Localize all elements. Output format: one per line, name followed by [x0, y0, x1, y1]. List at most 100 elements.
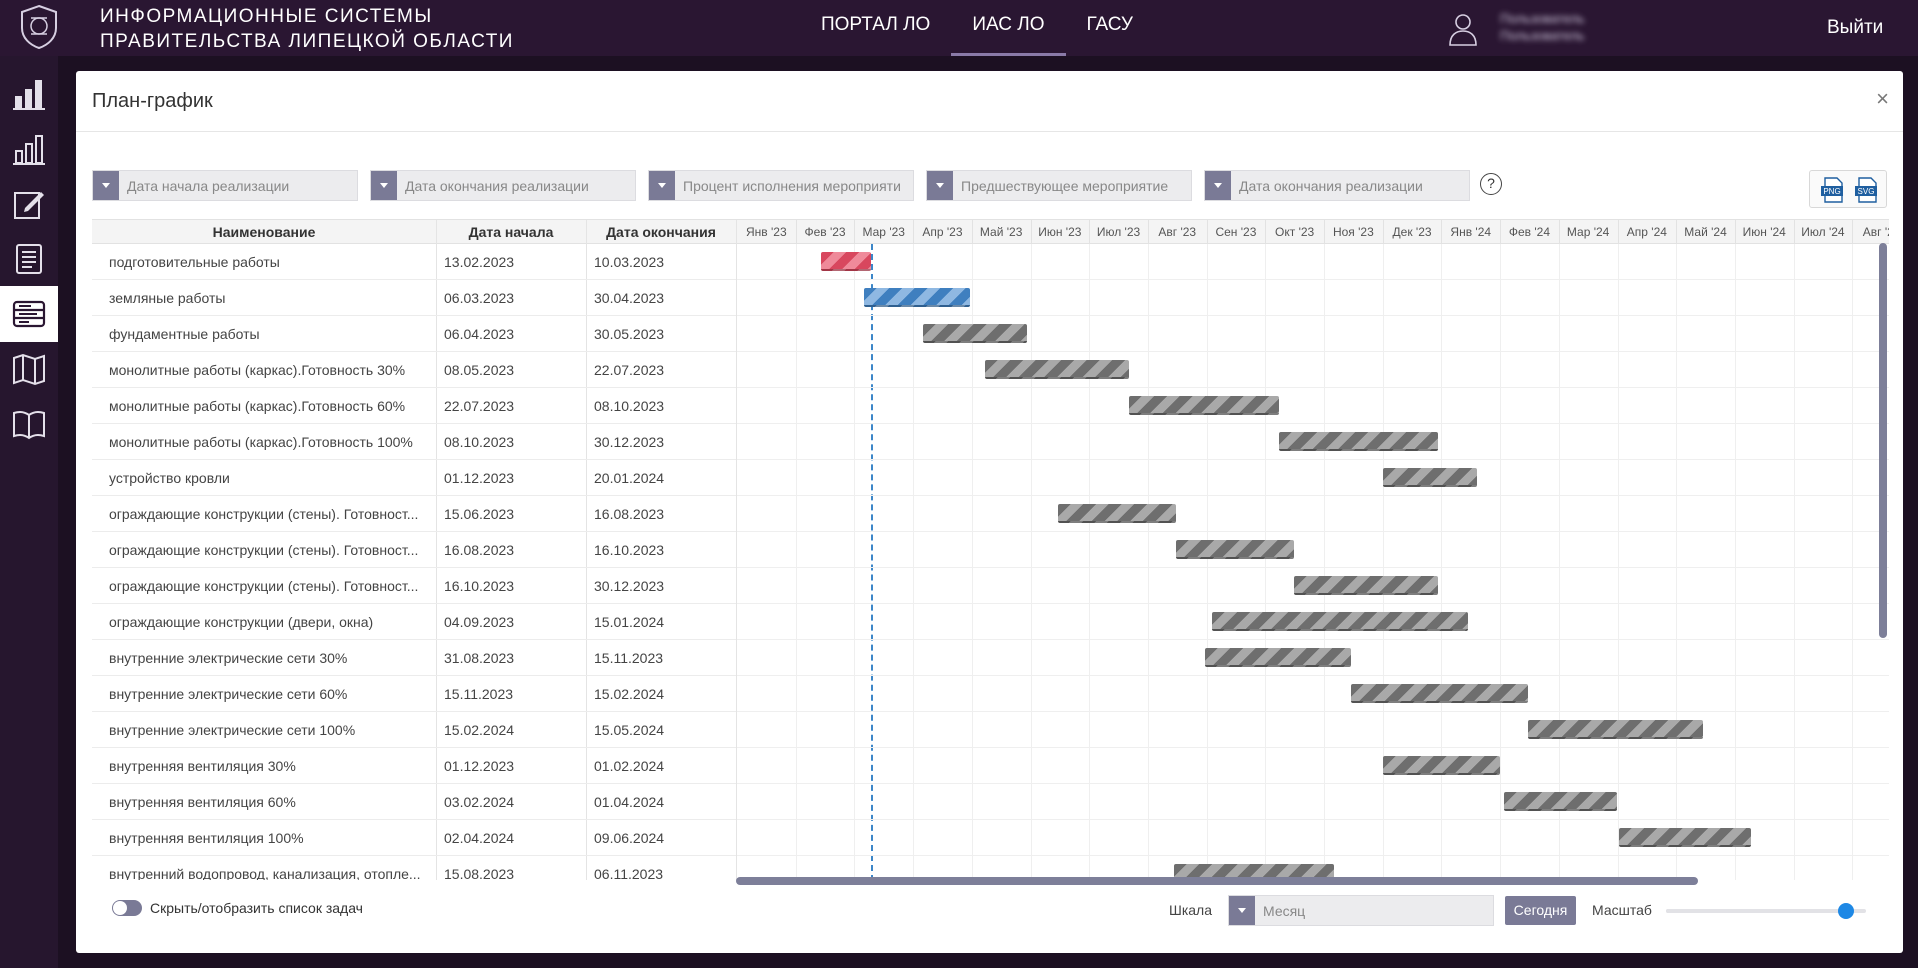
- task-start-date: 02.04.2024: [444, 830, 515, 846]
- scale-select[interactable]: Месяц: [1228, 895, 1494, 926]
- modal-header: План-график ×: [76, 71, 1903, 132]
- row-gridline: [737, 459, 1889, 460]
- header-end[interactable]: Дата окончания: [586, 220, 736, 244]
- table-row[interactable]: внутренняя вентиляция 60% 03.02.2024 01.04…: [92, 784, 736, 820]
- task-end-date: 30.12.2023: [594, 434, 665, 450]
- task-bar[interactable]: [1504, 792, 1618, 811]
- close-icon[interactable]: ×: [1876, 86, 1889, 112]
- chevron-down-icon[interactable]: [93, 171, 119, 200]
- svg-text:SVG: SVG: [1858, 187, 1875, 196]
- modal-title: План-график: [92, 90, 213, 112]
- chevron-down-icon[interactable]: [649, 171, 675, 200]
- chevron-down-icon[interactable]: [371, 171, 397, 200]
- month-gridline: [1441, 244, 1443, 880]
- task-name: устройство кровли: [109, 470, 230, 486]
- task-bar[interactable]: [1212, 612, 1468, 631]
- task-bar[interactable]: [1176, 540, 1294, 559]
- task-bar[interactable]: [1382, 756, 1501, 775]
- sidebar-item-dashboard[interactable]: [0, 66, 58, 122]
- task-bar[interactable]: [985, 360, 1129, 379]
- table-row[interactable]: ограждающие конструкции (стены). Готовно…: [92, 532, 736, 568]
- row-gridline: [737, 711, 1889, 712]
- sidebar-item-analytics[interactable]: [0, 121, 58, 177]
- sidebar-item-map[interactable]: [0, 341, 58, 397]
- horizontal-scrollbar[interactable]: [736, 877, 1698, 885]
- month-label: Апр '24: [1626, 225, 1667, 239]
- chevron-down-icon[interactable]: [1205, 171, 1231, 200]
- task-end-date: 01.04.2024: [594, 794, 665, 810]
- table-row[interactable]: ограждающие конструкции (стены). Готовно…: [92, 496, 736, 532]
- row-gridline: [737, 639, 1889, 640]
- export-png-button[interactable]: PNG: [1820, 177, 1846, 203]
- filter-percent-complete[interactable]: Процент исполнения мероприяти: [648, 170, 914, 201]
- chevron-down-icon[interactable]: [1229, 896, 1255, 925]
- task-list-toggle[interactable]: [112, 900, 142, 916]
- table-row[interactable]: внутренние электрические сети 30% 31.08.2…: [92, 640, 736, 676]
- nav-portal-lo[interactable]: ПОРТАЛ ЛО: [800, 0, 951, 56]
- user-icon[interactable]: [1448, 12, 1478, 46]
- header-name[interactable]: Наименование: [92, 220, 436, 244]
- filter-end-date[interactable]: Дата окончания реализации: [370, 170, 636, 201]
- table-row[interactable]: земляные работы 06.03.2023 30.04.2023: [92, 280, 736, 316]
- row-gridline: [737, 531, 1889, 532]
- edit-icon: [14, 192, 44, 219]
- table-row[interactable]: внутренние электрические сети 100% 15.02.…: [92, 712, 736, 748]
- task-end-date: 22.07.2023: [594, 362, 665, 378]
- table-row[interactable]: монолитные работы (каркас).Готовность 10…: [92, 424, 736, 460]
- month-gridline: [795, 244, 797, 880]
- table-row[interactable]: устройство кровли 01.12.2023 20.01.2024: [92, 460, 736, 496]
- logout-link[interactable]: Выйти: [1827, 17, 1883, 39]
- vertical-scrollbar[interactable]: [1879, 243, 1887, 638]
- task-bar[interactable]: [1128, 396, 1279, 415]
- task-start-date: 01.12.2023: [444, 758, 515, 774]
- zoom-slider[interactable]: [1666, 903, 1866, 919]
- table-row[interactable]: подготовительные работы 13.02.2023 10.03.2…: [92, 244, 736, 280]
- task-bar[interactable]: [1278, 432, 1438, 451]
- coat-of-arms-logo[interactable]: [18, 4, 60, 50]
- task-end-date: 09.06.2024: [594, 830, 665, 846]
- table-row[interactable]: фундаментные работы 06.04.2023 30.05.2023: [92, 316, 736, 352]
- month-label: Авг '24: [1862, 225, 1889, 239]
- task-bar[interactable]: [1382, 468, 1478, 487]
- table-row[interactable]: внутренняя вентиляция 100% 02.04.2024 09.0…: [92, 820, 736, 856]
- table-row[interactable]: ограждающие конструкции (стены). Готовно…: [92, 568, 736, 604]
- task-bar[interactable]: [820, 252, 872, 271]
- header-start[interactable]: Дата начала: [436, 220, 586, 244]
- task-start-date: 15.06.2023: [444, 506, 515, 522]
- task-start-date: 03.02.2024: [444, 794, 515, 810]
- row-gridline: [737, 675, 1889, 676]
- sidebar-item-library[interactable]: [0, 396, 58, 452]
- task-bar[interactable]: [1204, 648, 1352, 667]
- task-name: внутренняя вентиляция 30%: [109, 758, 296, 774]
- zoom-slider-track: [1666, 909, 1846, 913]
- table-row[interactable]: внутренние электрические сети 60% 15.11.2…: [92, 676, 736, 712]
- filter-end-date-2[interactable]: Дата окончания реализации: [1204, 170, 1470, 201]
- filter-predecessor[interactable]: Предшествующее мероприятие: [926, 170, 1192, 201]
- task-bar[interactable]: [1293, 576, 1438, 595]
- task-bar[interactable]: [863, 288, 970, 307]
- zoom-slider-thumb[interactable]: [1838, 903, 1854, 919]
- task-bar[interactable]: [1619, 828, 1751, 847]
- table-row[interactable]: внутренняя вентиляция 30% 01.12.2023 01.02…: [92, 748, 736, 784]
- table-row[interactable]: монолитные работы (каркас).Готовность 60…: [92, 388, 736, 424]
- table-row[interactable]: ограждающие конструкции (двери, окна) 04.…: [92, 604, 736, 640]
- task-bar[interactable]: [1528, 720, 1703, 739]
- sidebar-item-edit[interactable]: [0, 176, 58, 232]
- table-row[interactable]: внутренний водопровод, канализация, отоп…: [92, 856, 736, 880]
- task-bar[interactable]: [1351, 684, 1529, 703]
- table-row[interactable]: монолитные работы (каркас).Готовность 30…: [92, 352, 736, 388]
- filter-start-date[interactable]: Дата начала реализации: [92, 170, 358, 201]
- month-label: Дек '23: [1392, 225, 1432, 239]
- task-bar[interactable]: [1057, 504, 1177, 523]
- nav-ias-lo[interactable]: ИАС ЛО: [951, 0, 1066, 56]
- export-svg-button[interactable]: SVG: [1854, 177, 1880, 203]
- task-end-date: 15.01.2024: [594, 614, 665, 630]
- sidebar-item-tasks[interactable]: [0, 286, 58, 342]
- sidebar-item-documents[interactable]: [0, 231, 58, 287]
- nav-gasu[interactable]: ГАСУ: [1066, 0, 1154, 56]
- help-icon[interactable]: ?: [1480, 173, 1502, 195]
- bar-chart-icon: [13, 80, 45, 110]
- chevron-down-icon[interactable]: [927, 171, 953, 200]
- task-bar[interactable]: [922, 324, 1027, 343]
- today-button[interactable]: Сегодня: [1505, 896, 1576, 925]
